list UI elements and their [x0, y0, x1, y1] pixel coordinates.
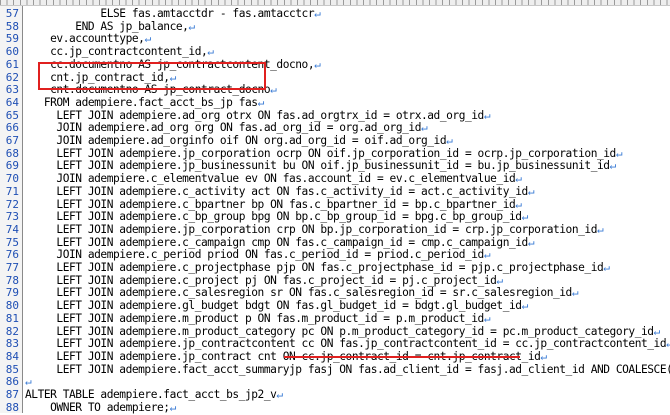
line-number: 88: [5, 400, 19, 414]
highlight-box: [38, 62, 266, 90]
line-break-icon: ↵: [169, 400, 177, 414]
code-text[interactable]: OWNER TO adempiere;↵: [25, 400, 176, 415]
highlight-underline: [284, 356, 520, 358]
code-editor[interactable]: 57 ELSE fas.amtacctdr - fas.amtacctcr↵ 58…: [0, 0, 670, 415]
code-content: OWNER TO adempiere;: [25, 400, 170, 414]
code-line[interactable]: 88 OWNER TO adempiere;↵: [0, 400, 670, 415]
